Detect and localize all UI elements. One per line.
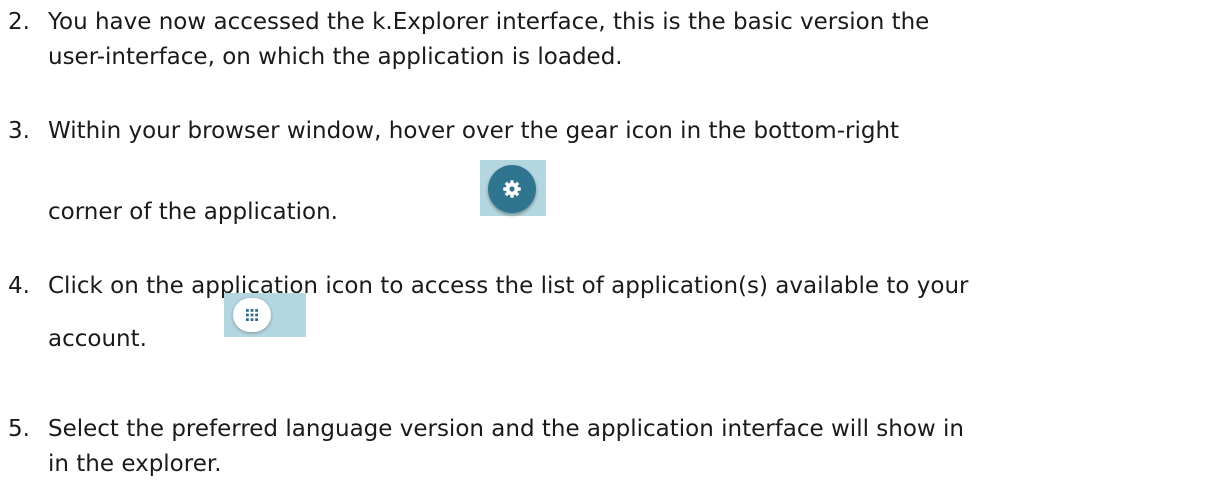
- apps-grid-icon: [246, 309, 258, 321]
- step-2: 2. You have now accessed the k.Explorer …: [0, 5, 1207, 75]
- step-line: in the explorer.: [48, 451, 222, 477]
- step-line: corner of the application.: [48, 199, 338, 225]
- step-line: Within your browser window, hover over t…: [48, 118, 900, 144]
- gear-icon: [503, 180, 521, 198]
- gear-button-screenshot: [480, 160, 546, 216]
- step-line: account.: [48, 326, 147, 352]
- step-text: Select the preferred language version an…: [48, 412, 1188, 482]
- step-line: You have now accessed the k.Explorer int…: [48, 9, 930, 35]
- step-4: 4. Click on the application icon to acce…: [0, 269, 1207, 369]
- apps-button-screenshot: [224, 293, 306, 337]
- step-text: Within your browser window, hover over t…: [48, 114, 1188, 230]
- step-text: Click on the application icon to access …: [48, 269, 1188, 357]
- step-number: 3.: [8, 118, 30, 144]
- settings-button: [488, 165, 536, 213]
- step-number: 2.: [8, 9, 30, 35]
- step-line: Click on the application icon to access …: [48, 273, 969, 299]
- step-3: 3. Within your browser window, hover ove…: [0, 114, 1207, 225]
- step-line: user-interface, on which the application…: [48, 44, 623, 70]
- step-number: 5.: [8, 416, 30, 442]
- step-line-with-image: corner of the application.: [48, 160, 1188, 230]
- step-text: You have now accessed the k.Explorer int…: [48, 5, 1188, 75]
- step-line: Select the preferred language version an…: [48, 416, 965, 442]
- instructions-document: 2. You have now accessed the k.Explorer …: [0, 0, 1207, 500]
- step-5: 5. Select the preferred language version…: [0, 412, 1207, 482]
- step-number: 4.: [8, 273, 30, 299]
- applications-button: [233, 298, 271, 332]
- step-line-with-image: account.: [48, 293, 1188, 357]
